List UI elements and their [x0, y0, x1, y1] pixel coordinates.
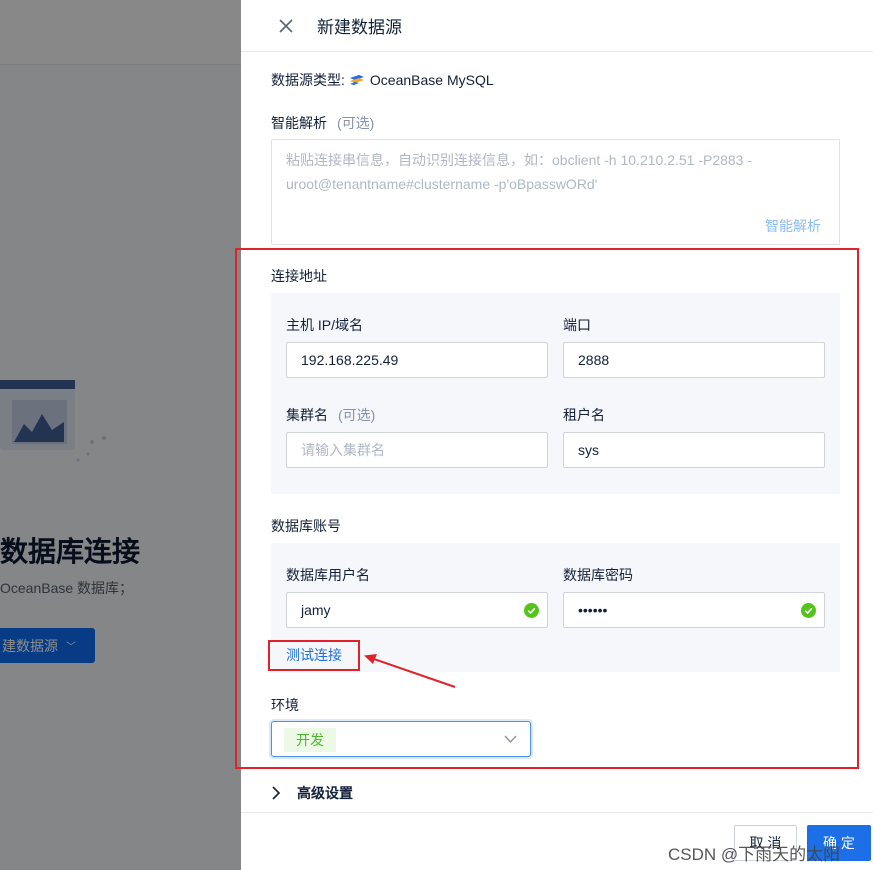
oceanbase-logo-icon: [349, 75, 364, 85]
smart-parse-label-row: 智能解析 (可选): [271, 113, 374, 133]
watermark: CSDN @下雨天的太阳: [668, 845, 841, 864]
datasource-type-row: 数据源类型: OceanBase MySQL: [271, 70, 494, 90]
datasource-type-label: 数据源类型:: [271, 72, 345, 88]
advanced-settings-toggle[interactable]: 高级设置: [271, 783, 353, 803]
connection-string-textarea[interactable]: 粘贴连接串信息，自动识别连接信息，如：obclient -h 10.210.2.…: [271, 139, 840, 245]
drawer-header: 新建数据源: [241, 0, 873, 52]
chevron-right-icon: [272, 786, 281, 800]
smart-parse-label: 智能解析: [271, 115, 327, 131]
advanced-settings-label: 高级设置: [297, 785, 353, 801]
optional-hint: (可选): [337, 115, 375, 131]
annotation-arrow-icon: [364, 654, 456, 688]
datasource-type-value: OceanBase MySQL: [369, 72, 494, 88]
annotation-highlight-box: [235, 248, 859, 769]
annotation-test-connection-box: [268, 640, 360, 671]
close-icon[interactable]: [277, 17, 295, 35]
modal-mask[interactable]: [0, 0, 241, 870]
smart-parse-button[interactable]: 智能解析: [765, 216, 821, 236]
connection-string-placeholder: 粘贴连接串信息，自动识别连接信息，如：obclient -h 10.210.2.…: [286, 152, 753, 192]
drawer-title: 新建数据源: [317, 18, 402, 37]
